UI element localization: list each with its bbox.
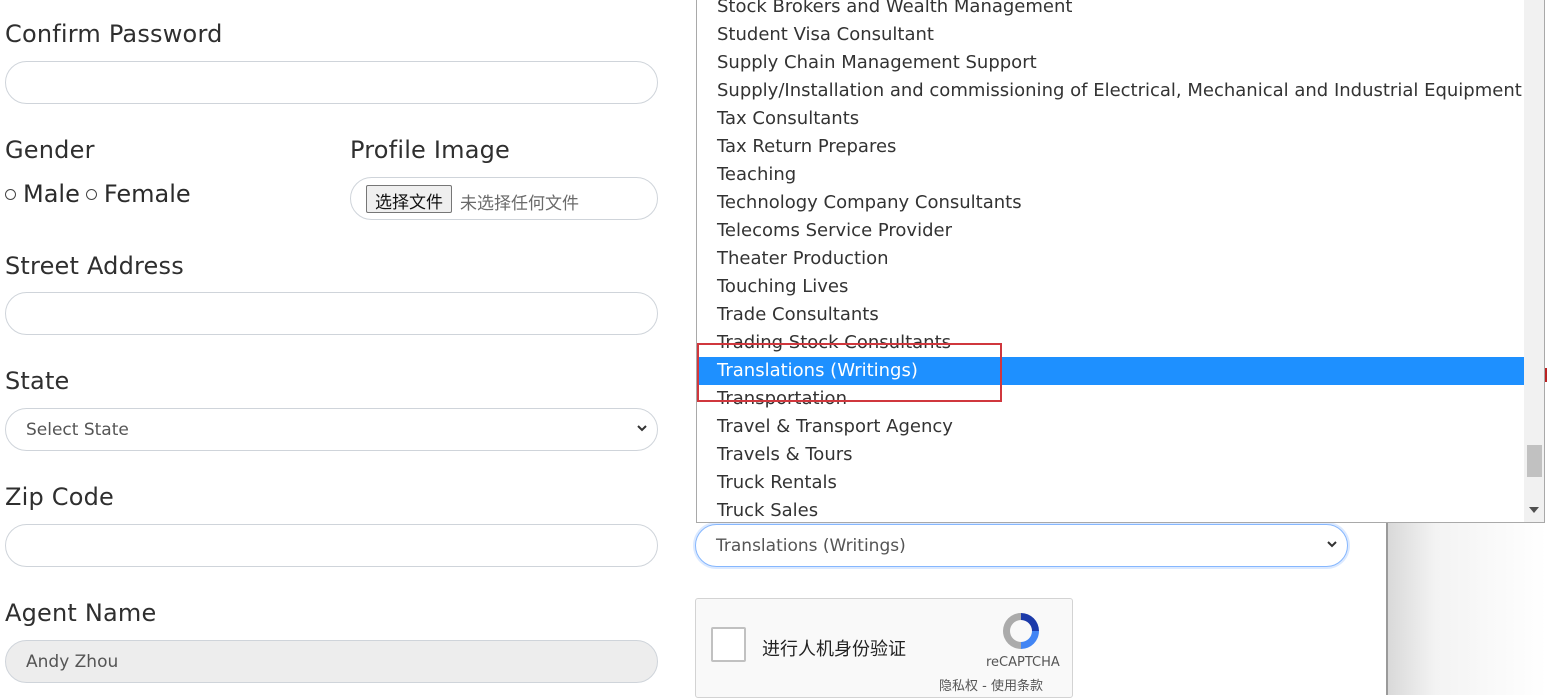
category-select[interactable]: Translations (Writings): [695, 524, 1348, 567]
profile-image-label: Profile Image: [350, 136, 511, 164]
recaptcha-logo-icon: [1003, 613, 1039, 649]
agent-name-value: Andy Zhou: [26, 652, 119, 672]
street-address-label: Street Address: [5, 252, 184, 280]
agent-name-input: Andy Zhou: [5, 640, 658, 683]
scrollbar-thumb[interactable]: [1527, 445, 1542, 477]
street-address-input[interactable]: [5, 292, 658, 335]
confirm-password-input[interactable]: [5, 61, 658, 104]
dropdown-option[interactable]: Teaching: [697, 161, 1524, 189]
choose-file-button[interactable]: 选择文件: [366, 185, 452, 213]
panel-border: [1386, 500, 1388, 695]
agent-name-label: Agent Name: [5, 599, 157, 627]
state-label: State: [5, 367, 70, 395]
profile-image-file-input[interactable]: 选择文件 未选择任何文件: [350, 177, 658, 220]
gender-female-radio[interactable]: [85, 188, 97, 200]
gender-male-radio[interactable]: [5, 188, 16, 200]
dropdown-option[interactable]: Student Visa Consultant: [697, 21, 1524, 49]
modal-shadow: [1388, 500, 1547, 695]
dropdown-option[interactable]: Technology Company Consultants: [697, 189, 1524, 217]
dropdown-option[interactable]: Tax Return Prepares: [697, 133, 1524, 161]
zip-code-label: Zip Code: [5, 483, 115, 511]
scroll-down-arrow-icon[interactable]: [1529, 507, 1539, 513]
dropdown-option[interactable]: Telecoms Service Provider: [697, 217, 1524, 245]
dropdown-option[interactable]: Truck Sales: [697, 497, 1524, 522]
annotation-highlight-box: [697, 343, 1002, 402]
recaptcha-brand: reCAPTCHA: [986, 655, 1060, 670]
confirm-password-label: Confirm Password: [5, 20, 223, 48]
file-status-text: 未选择任何文件: [460, 194, 579, 214]
dropdown-option[interactable]: Travel & Transport Agency: [697, 413, 1524, 441]
dropdown-option[interactable]: Truck Rentals: [697, 469, 1524, 497]
dropdown-scrollbar[interactable]: [1524, 0, 1544, 522]
state-select-value: Select State: [26, 420, 129, 440]
recaptcha-widget: 进行人机身份验证 reCAPTCHA 隐私权 - 使用条款: [695, 598, 1073, 698]
gender-female-label[interactable]: Female: [104, 180, 191, 208]
category-dropdown-list[interactable]: Stock Brokers and Wealth Management Stude…: [696, 0, 1545, 523]
recaptcha-links[interactable]: 隐私权 - 使用条款: [939, 675, 1043, 694]
dropdown-option[interactable]: Travels & Tours: [697, 441, 1524, 469]
gender-label: Gender: [5, 136, 95, 164]
state-select[interactable]: Select State: [5, 408, 658, 451]
gender-radio-group: Male Female: [5, 180, 197, 208]
dropdown-option[interactable]: Touching Lives: [697, 273, 1524, 301]
zip-code-input[interactable]: [5, 524, 658, 567]
gender-male-label[interactable]: Male: [23, 180, 80, 208]
category-select-value: Translations (Writings): [716, 536, 906, 556]
recaptcha-label: 进行人机身份验证: [762, 639, 906, 660]
dropdown-option[interactable]: Supply/Installation and commissioning of…: [697, 77, 1524, 105]
dropdown-option[interactable]: Stock Brokers and Wealth Management: [697, 0, 1524, 21]
recaptcha-checkbox[interactable]: [711, 627, 746, 662]
chevron-down-icon: [637, 425, 647, 432]
chevron-down-icon: [1327, 541, 1337, 548]
dropdown-option[interactable]: Theater Production: [697, 245, 1524, 273]
dropdown-option[interactable]: Supply Chain Management Support: [697, 49, 1524, 77]
dropdown-option[interactable]: Trade Consultants: [697, 301, 1524, 329]
dropdown-option[interactable]: Tax Consultants: [697, 105, 1524, 133]
